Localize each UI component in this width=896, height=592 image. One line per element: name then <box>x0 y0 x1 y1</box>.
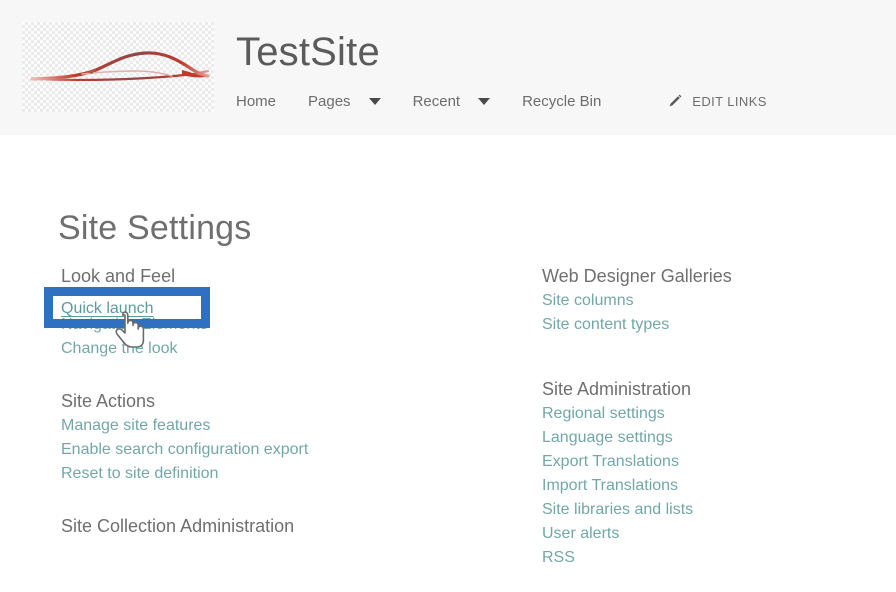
chevron-down-icon[interactable] <box>368 97 381 105</box>
settings-link-change-the-look[interactable]: Change the look <box>61 337 501 361</box>
settings-link-export-translations[interactable]: Export Translations <box>542 450 882 474</box>
settings-link-site-columns[interactable]: Site columns <box>542 289 882 313</box>
settings-link-site-content-types[interactable]: Site content types <box>542 313 882 337</box>
nav-item-home[interactable]: Home <box>236 93 276 110</box>
settings-link-quick-launch[interactable]: Quick launch <box>61 297 154 321</box>
settings-group-web-designer-galleries: Web Designer Galleries Site columns Site… <box>542 264 882 337</box>
site-logo <box>22 22 214 112</box>
group-heading: Site Administration <box>542 379 692 399</box>
suite-header: TestSite Home Pages Recent Recycle Bin E… <box>0 0 896 135</box>
chevron-down-icon[interactable] <box>478 97 491 105</box>
settings-link-rss[interactable]: RSS <box>542 546 882 570</box>
nav-item-label: Pages <box>308 92 351 110</box>
edit-links-button[interactable]: EDIT LINKS <box>667 93 767 109</box>
edit-links-label: EDIT LINKS <box>692 93 767 109</box>
page-title: Site Settings <box>58 209 252 247</box>
group-heading: Look and Feel <box>61 266 176 286</box>
pencil-icon <box>669 94 682 107</box>
nav-item-label: Recent <box>412 92 461 110</box>
settings-link-enable-search-configuration-export[interactable]: Enable search configuration export <box>61 438 501 462</box>
settings-link-site-libraries-and-lists[interactable]: Site libraries and lists <box>542 498 882 522</box>
settings-link-regional-settings[interactable]: Regional settings <box>542 402 882 426</box>
settings-link-language-settings[interactable]: Language settings <box>542 426 882 450</box>
nav-item-pages[interactable]: Pages <box>308 93 381 110</box>
top-navigation: Home Pages Recent Recycle Bin EDIT LINKS <box>236 86 767 116</box>
settings-link-import-translations[interactable]: Import Translations <box>542 474 882 498</box>
settings-group-site-actions: Site Actions Manage site features Enable… <box>61 389 501 486</box>
group-heading: Web Designer Galleries <box>542 266 732 286</box>
nav-item-label: Home <box>236 92 277 110</box>
nav-item-recent[interactable]: Recent <box>413 93 491 110</box>
settings-link-manage-site-features[interactable]: Manage site features <box>61 414 501 438</box>
car-silhouette-icon <box>30 51 210 82</box>
settings-group-site-collection-administration: Site Collection Administration <box>61 514 501 539</box>
group-heading: Site Collection Administration <box>61 516 295 536</box>
group-heading: Site Actions <box>61 391 156 411</box>
site-title: TestSite <box>236 30 380 74</box>
settings-link-user-alerts[interactable]: User alerts <box>542 522 882 546</box>
settings-right-column: Web Designer Galleries Site columns Site… <box>542 264 882 592</box>
settings-link-reset-to-site-definition[interactable]: Reset to site definition <box>61 462 501 486</box>
settings-group-site-administration: Site Administration Regional settings La… <box>542 377 882 570</box>
nav-item-label: Recycle Bin <box>522 92 602 110</box>
nav-item-recycle-bin[interactable]: Recycle Bin <box>522 93 601 110</box>
